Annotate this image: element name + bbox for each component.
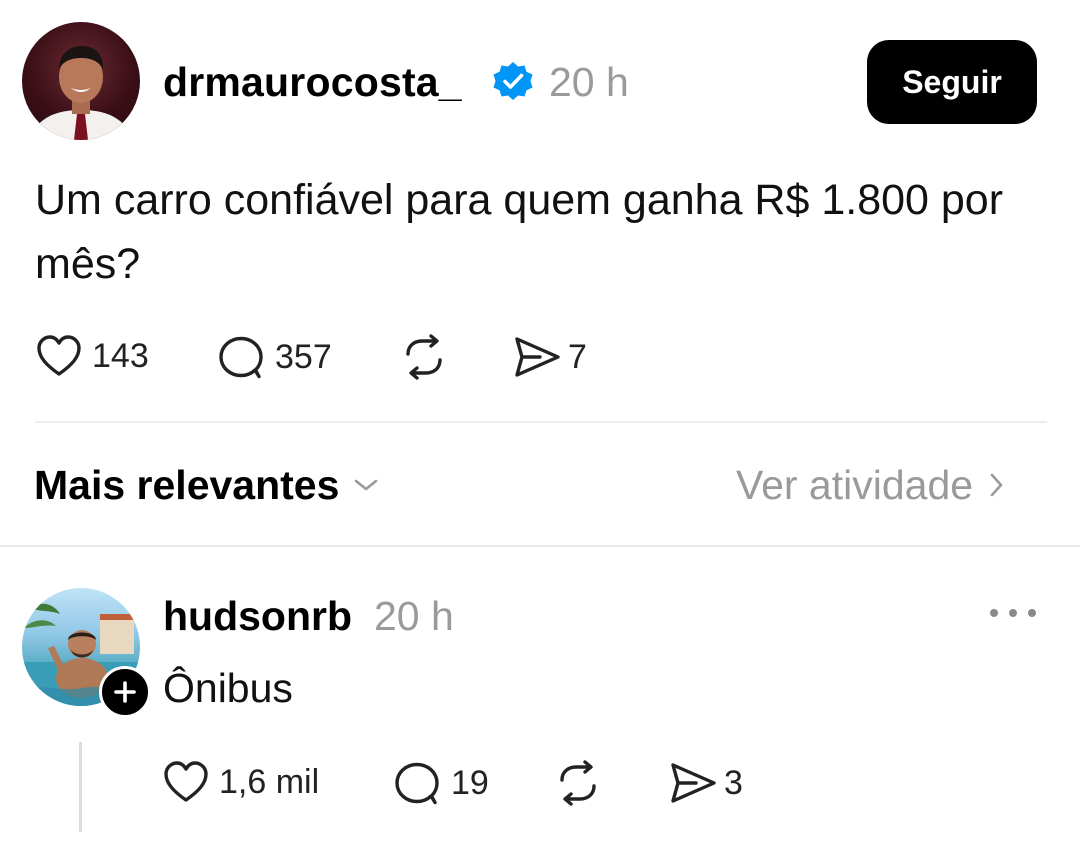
chevron-right-icon [990,473,1003,497]
more-icon [1028,609,1036,617]
reply-comment-button[interactable]: 19 [393,760,489,806]
author-username[interactable]: drmaurocosta_ [163,57,462,107]
reply-share-count: 3 [724,763,743,802]
repost-icon [560,760,596,806]
divider [35,421,1047,423]
comment-button[interactable]: 357 [217,334,332,380]
like-count: 143 [92,336,149,375]
reply-comment-count: 19 [451,763,489,802]
verified-badge-icon [491,60,535,104]
reply-username[interactable]: hudsonrb [163,591,352,641]
sort-label: Mais relevantes [34,462,340,508]
heart-icon [164,761,208,802]
reply-like-button[interactable]: 1,6 mil [163,760,319,804]
share-icon [671,763,716,803]
author-portrait [30,46,132,140]
activity-label: Ver atividade [736,462,974,508]
more-icon [990,609,998,617]
repost-button[interactable] [400,334,448,380]
more-options-button[interactable] [990,598,1036,628]
divider [0,545,1080,547]
share-count: 7 [568,337,587,376]
chevron-down-icon [355,479,378,491]
follow-button[interactable]: Seguir [867,40,1037,124]
follow-plus-button[interactable] [99,666,151,718]
view-activity-link[interactable]: Ver atividade [736,460,1005,510]
share-button[interactable]: 7 [512,334,587,380]
reply-share-button[interactable]: 3 [668,760,743,806]
comment-count: 357 [275,337,332,376]
post-timestamp: 20 h [549,59,629,105]
comment-icon [395,762,439,805]
plus-icon [114,681,136,703]
comment-icon [219,336,263,379]
heart-icon [37,335,81,376]
share-icon [515,337,560,377]
repost-icon [406,334,442,380]
thread-line [79,742,82,832]
sort-dropdown[interactable]: Mais relevantes [34,460,379,510]
post-text: Um carro confiável para quem ganha R$ 1.… [35,176,1004,288]
more-icon [1009,609,1017,617]
reply-timestamp: 20 h [374,593,454,639]
reply-like-count: 1,6 mil [219,762,320,801]
author-avatar[interactable] [22,22,140,140]
reply-repost-button[interactable] [554,760,602,806]
like-button[interactable]: 143 [36,334,149,378]
reply-text: Ônibus [163,665,293,711]
